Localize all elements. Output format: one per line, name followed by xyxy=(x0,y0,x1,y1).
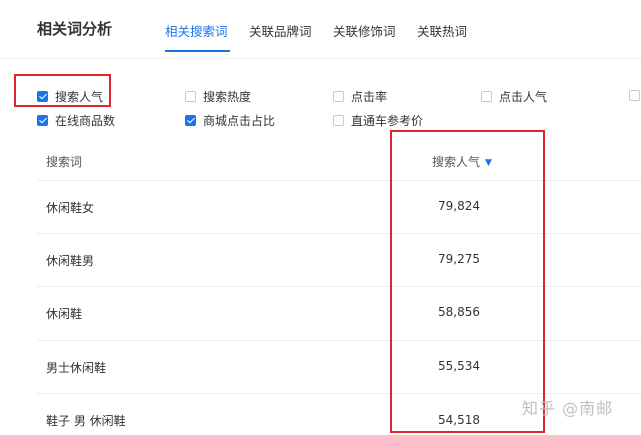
header-divider xyxy=(0,58,641,59)
option-label: 在线商品数 xyxy=(55,114,116,128)
column-header-search-term: 搜索词 xyxy=(46,155,83,169)
table-row-term[interactable]: 休闲鞋女 xyxy=(46,199,94,216)
checkbox-unchecked-icon[interactable] xyxy=(333,115,344,126)
row-divider xyxy=(37,286,641,287)
checkbox-checked-icon[interactable] xyxy=(37,115,48,126)
checkbox-checked-icon[interactable] xyxy=(185,115,196,126)
checkbox-unchecked-icon[interactable] xyxy=(333,91,344,102)
highlight-box-search-popularity-option xyxy=(14,74,111,107)
row-divider xyxy=(37,393,641,394)
header: 相关词分析 相关搜索词 关联品牌词 关联修饰词 关联热词 xyxy=(0,0,641,58)
row-divider xyxy=(37,180,641,181)
option-click-popularity[interactable]: 点击人气 xyxy=(481,88,547,105)
option-mall-click-share[interactable]: 商城点击占比 xyxy=(185,112,275,129)
table-row-term[interactable]: 鞋子 男 休闲鞋 xyxy=(46,412,126,429)
option-online-products[interactable]: 在线商品数 xyxy=(37,112,115,129)
checkbox-unchecked-icon[interactable] xyxy=(481,91,492,102)
option-search-heat[interactable]: 搜索热度 xyxy=(185,88,251,105)
checkbox-unchecked-icon[interactable] xyxy=(629,90,640,101)
table-row-term[interactable]: 休闲鞋男 xyxy=(46,252,94,269)
option-label: 商城点击占比 xyxy=(203,114,276,128)
page-title: 相关词分析 xyxy=(37,20,113,38)
option-direct-train-price[interactable]: 直通车参考价 xyxy=(333,112,423,129)
table-row-term[interactable]: 休闲鞋 xyxy=(46,305,82,322)
row-divider xyxy=(37,340,641,341)
option-label: 点击人气 xyxy=(499,90,548,104)
active-tab-indicator xyxy=(165,50,230,52)
option-label: 点击率 xyxy=(351,90,388,104)
tab-related-hot-terms[interactable]: 关联热词 xyxy=(417,21,467,40)
watermark: 知乎 @南邮 xyxy=(522,399,614,418)
option-label: 直通车参考价 xyxy=(351,114,424,128)
option-label: 搜索热度 xyxy=(203,90,252,104)
checkbox-unchecked-icon[interactable] xyxy=(185,91,196,102)
table-row-term[interactable]: 男士休闲鞋 xyxy=(46,359,106,376)
tab-related-brand-terms[interactable]: 关联品牌词 xyxy=(249,21,312,40)
row-divider xyxy=(37,233,641,234)
highlight-box-popularity-column xyxy=(390,130,545,433)
option-click-rate[interactable]: 点击率 xyxy=(333,88,387,105)
tab-related-modifier-terms[interactable]: 关联修饰词 xyxy=(333,21,396,40)
tab-related-search-terms[interactable]: 相关搜索词 xyxy=(165,21,228,40)
